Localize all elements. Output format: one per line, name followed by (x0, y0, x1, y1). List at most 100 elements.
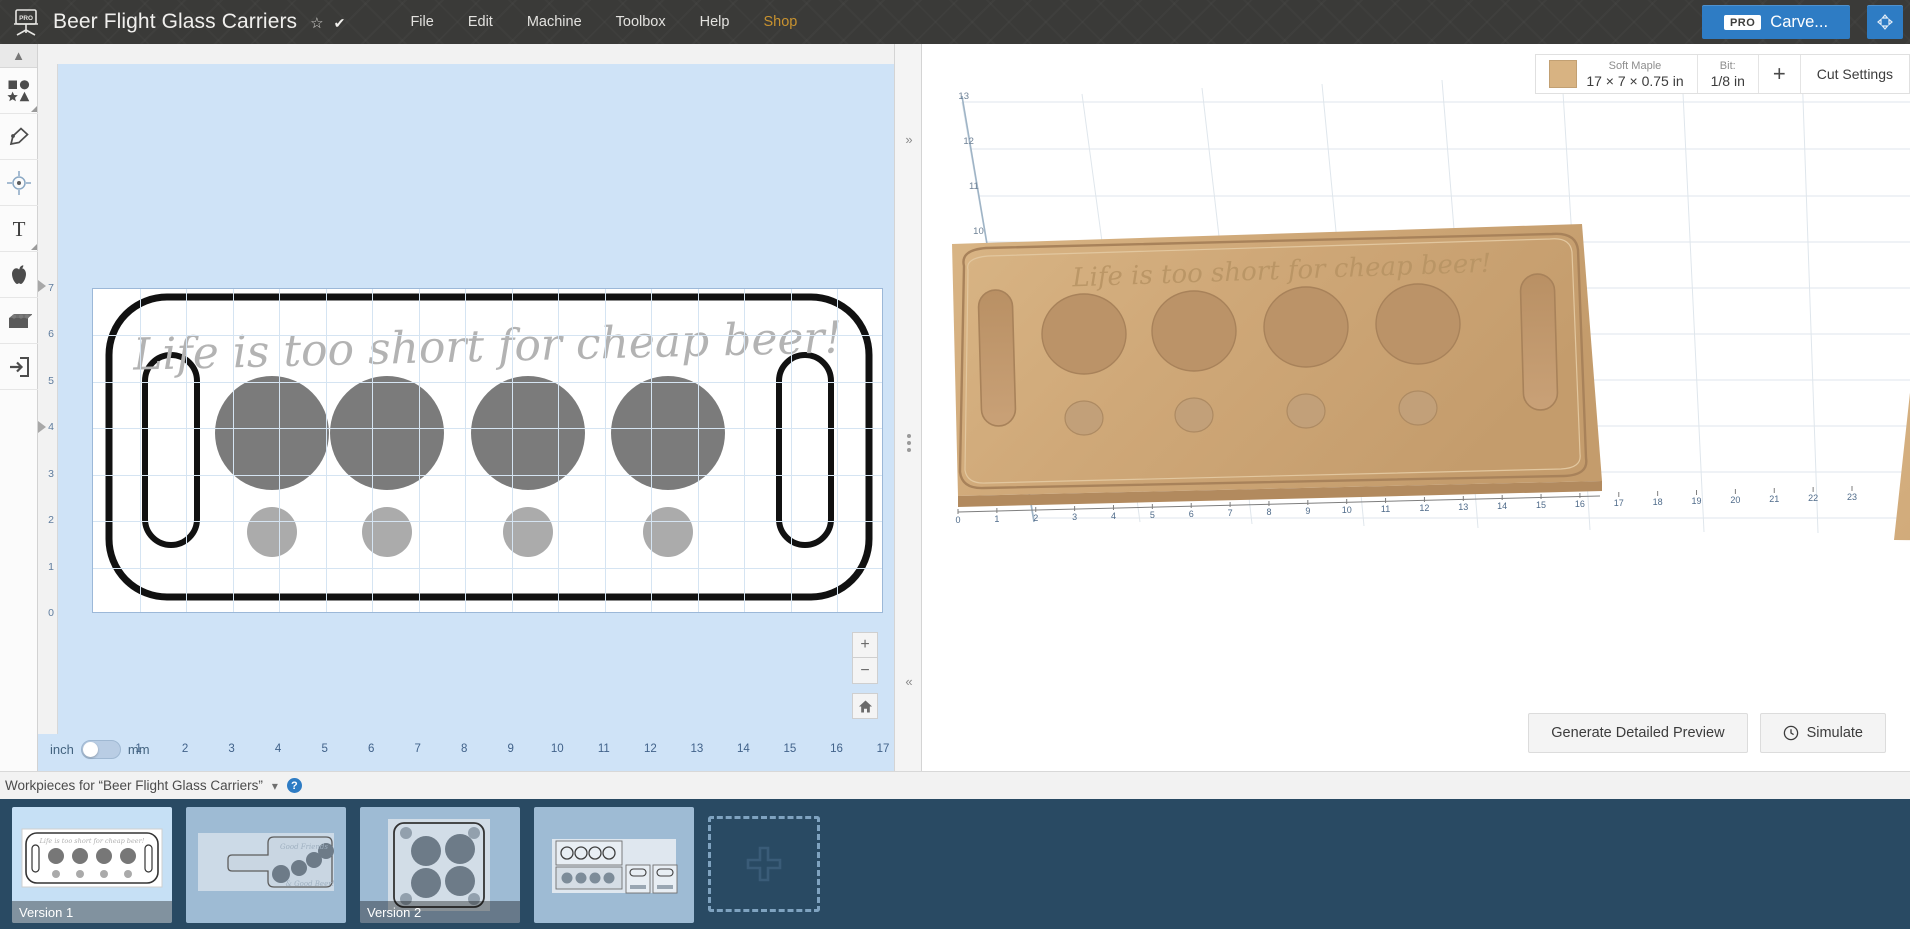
bit-cell[interactable]: Bit: 1/8 in (1698, 55, 1759, 93)
grid-line-vertical (325, 289, 327, 612)
base-pocket-2 (362, 507, 412, 557)
grid-line-horizontal (93, 567, 882, 569)
easel-pro-logo-icon[interactable]: PRO (11, 8, 41, 36)
preview-x-tick: 12 (1419, 503, 1429, 513)
switch-knob (82, 742, 98, 757)
pro-badge: PRO (1723, 14, 1762, 30)
svg-text:Life is too short for cheap be: Life is too short for cheap beer! (39, 837, 145, 845)
x-tick-label: 13 (690, 743, 704, 755)
preview-x-tick: 15 (1536, 500, 1546, 510)
preview-x-tick: 22 (1808, 493, 1818, 503)
plus-icon[interactable]: + (1759, 61, 1800, 87)
star-outline-icon[interactable]: ☆ (310, 15, 324, 32)
page-title[interactable]: Beer Flight Glass Carriers ☆ ✔ (53, 10, 345, 34)
design-canvas[interactable]: 01234567 01234567891011121314151617 Life… (38, 44, 894, 771)
unit-label-inch: inch (50, 742, 74, 757)
glass-pocket-4 (611, 376, 725, 490)
workpiece-version-2[interactable]: Version 2 (360, 807, 520, 923)
svg-text:T: T (13, 217, 26, 241)
expand-right-chevron-icon[interactable]: » (895, 132, 923, 147)
x-tick-label: 9 (507, 743, 514, 755)
pen-node-icon (9, 126, 29, 145)
clipart-tool[interactable] (0, 252, 38, 298)
cut-settings-cell[interactable]: Cut Settings (1801, 55, 1909, 93)
vertical-ruler: 0 1 2 3 4 5 6 7 (38, 44, 58, 734)
design-artwork[interactable]: Life is too short for cheap beer! (93, 289, 884, 614)
cut-settings-button[interactable]: Cut Settings (1801, 66, 1909, 82)
preview-pane[interactable]: 8910111213 (922, 44, 1910, 771)
preview-x-tick: 0 (955, 515, 960, 525)
handle-slot-right (776, 352, 834, 548)
ruler-corner (38, 44, 894, 64)
design-text[interactable]: Life is too short for cheap beer! (132, 312, 843, 380)
help-question-icon[interactable]: ? (286, 778, 302, 793)
workpiece-paddle[interactable]: Good Friends & Good Beer! (186, 807, 346, 923)
material-cell[interactable]: Soft Maple 17 × 7 × 0.75 in (1536, 55, 1698, 93)
zoom-in-button[interactable]: + (852, 632, 878, 658)
grid-line-vertical (697, 289, 699, 612)
menu-file[interactable]: File (393, 8, 450, 36)
preview-x-tick: 2 (1033, 513, 1038, 523)
splitter-grip[interactable] (907, 434, 911, 452)
unit-toggle[interactable]: inch mm (50, 740, 150, 759)
chevron-down-icon[interactable]: ▾ (272, 779, 278, 793)
glass-pocket-3 (471, 376, 585, 490)
add-bit-cell[interactable]: + (1759, 55, 1801, 93)
workpiece-parts[interactable] (534, 807, 694, 923)
drill-center-tool[interactable] (0, 160, 38, 206)
horizontal-ruler: 01234567891011121314151617 (38, 735, 894, 771)
collapse-left-chevron-icon[interactable]: « (895, 674, 923, 689)
svg-text:& Good Beer!: & Good Beer! (286, 880, 335, 888)
menu-machine[interactable]: Machine (510, 8, 599, 36)
menu-toolbox[interactable]: Toolbox (599, 8, 683, 36)
draw-path-tool[interactable] (0, 114, 38, 160)
glass-pocket-3d-2 (1151, 290, 1237, 372)
material-sheet[interactable]: Life is too short for cheap beer! (92, 288, 883, 613)
x-tick-label: 3 (228, 743, 235, 755)
workpiece-thumb-4 (552, 839, 678, 894)
pane-splitter[interactable]: » « (894, 44, 922, 771)
handle-slot-right-3d (1519, 273, 1559, 411)
y-tick-label: 0 (48, 607, 54, 619)
shapes-tool[interactable] (0, 68, 38, 114)
import-arrow-icon (10, 356, 29, 377)
tool-has-submenu-indicator (31, 106, 37, 112)
menu-edit[interactable]: Edit (451, 8, 510, 36)
chevron-double-up-icon[interactable]: ▲ (0, 44, 37, 68)
preview-x-tick: 9 (1305, 506, 1310, 516)
main-menu: File Edit Machine Toolbox Help Shop (393, 8, 814, 36)
workpiece-thumb-2: Good Friends & Good Beer! (198, 833, 335, 891)
workpieces-strip: Life is too short for cheap beer! Versio… (0, 799, 1910, 929)
handle-slot-left-3d (977, 289, 1017, 427)
preview-x-tick: 19 (1692, 496, 1702, 506)
preview-x-tick: 13 (1458, 502, 1468, 512)
add-workpiece-button[interactable] (708, 816, 820, 912)
unit-switch[interactable] (80, 740, 121, 759)
grid-line-vertical (837, 289, 839, 612)
menu-help[interactable]: Help (683, 8, 747, 36)
preview-x-tick: 1 (994, 514, 999, 524)
workpiece-version-1[interactable]: Life is too short for cheap beer! Versio… (12, 807, 172, 923)
generate-detailed-preview-button[interactable]: Generate Detailed Preview (1528, 713, 1748, 753)
y-tick-label: 2 (48, 514, 54, 527)
carve-button[interactable]: PRO Carve... (1702, 5, 1850, 39)
grid-line-vertical (558, 289, 560, 612)
grid-line-horizontal (93, 381, 882, 383)
simulate-button[interactable]: Simulate (1759, 713, 1886, 753)
project-title-text: Beer Flight Glass Carriers (53, 10, 298, 33)
menu-shop[interactable]: Shop (746, 8, 814, 36)
import-tool[interactable] (0, 344, 38, 390)
zoom-out-button[interactable]: − (852, 658, 878, 684)
home-icon[interactable] (852, 693, 878, 719)
expand-arrows-icon[interactable] (1867, 5, 1903, 39)
grid-line-vertical (372, 289, 374, 612)
base-pocket-3 (503, 507, 553, 557)
blocks-tool[interactable] (0, 298, 38, 344)
board-3d-render[interactable]: Life is too short for cheap beer! 012345… (922, 44, 1910, 771)
preview-x-tick: 7 (1228, 508, 1233, 518)
text-tool[interactable]: T (0, 206, 38, 252)
preview-x-tick: 23 (1847, 492, 1857, 502)
material-size: 17 × 7 × 0.75 in (1586, 72, 1684, 89)
lego-brick-icon (9, 313, 32, 328)
grid-line-vertical (511, 289, 513, 612)
